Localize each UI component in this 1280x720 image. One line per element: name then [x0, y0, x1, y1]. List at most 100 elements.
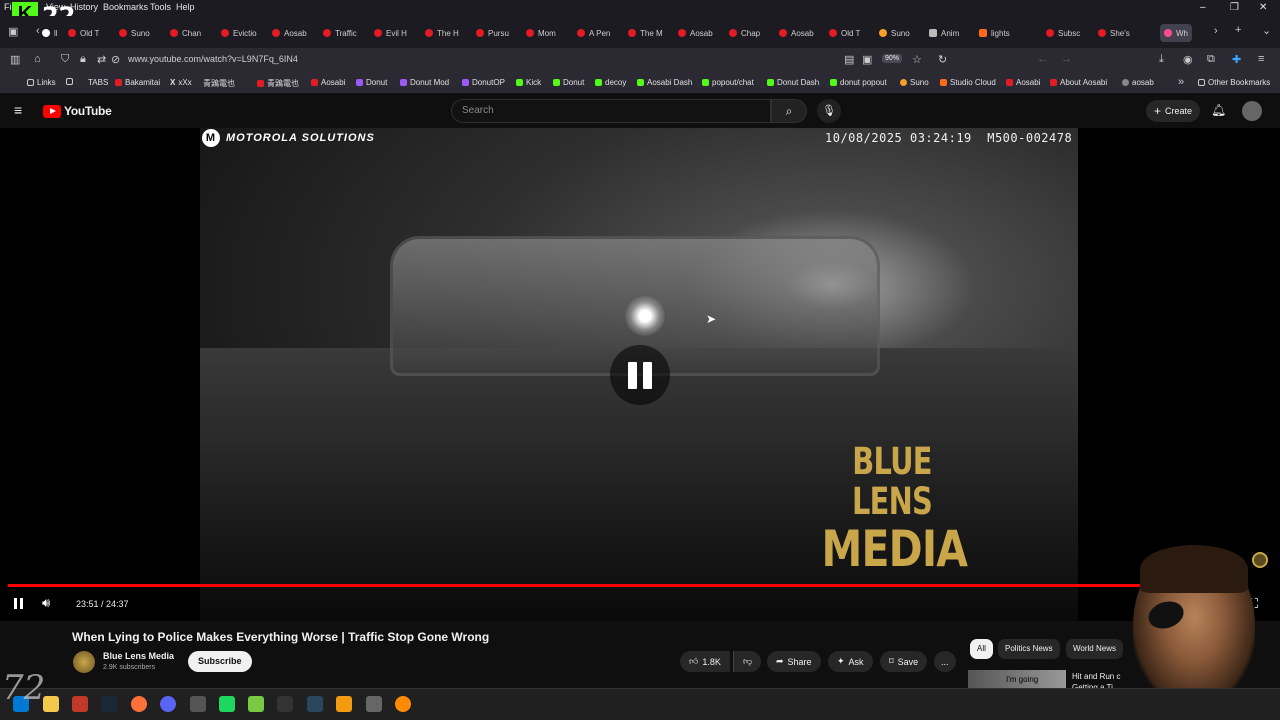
app-menu-icon[interactable]: ≡ [1258, 53, 1264, 65]
tab[interactable]: Traffic [323, 24, 357, 42]
chip-all[interactable]: All [970, 639, 993, 659]
recommended-title[interactable]: Hit and Run c Getting a Ti [1072, 671, 1128, 689]
app-icon[interactable] [277, 696, 293, 712]
video-player[interactable]: M MOTOROLA SOLUTIONS 10/08/2025 03:24:19 … [0, 128, 1280, 621]
bookmark[interactable]: TABS [88, 78, 108, 87]
search-app-icon[interactable] [395, 696, 411, 712]
youtube-logo[interactable]: YouTube [43, 104, 112, 118]
search-button[interactable]: ⌕ [771, 99, 807, 123]
bookmark[interactable]: Studio Cloud [940, 78, 996, 87]
avatar[interactable] [1242, 101, 1262, 121]
menu-bookmarks[interactable]: Bookmarks [103, 2, 148, 12]
bookmark[interactable]: Aosabi [311, 78, 345, 87]
share-button[interactable]: ➦ Share [767, 651, 821, 672]
scroll-tabs-right-icon[interactable]: › [1214, 25, 1218, 37]
bookmark[interactable]: DonutOP [462, 78, 505, 87]
bookmark[interactable]: decoy [595, 78, 626, 87]
bookmark[interactable]: Kick [516, 78, 541, 87]
discord-icon[interactable] [160, 696, 176, 712]
tab[interactable]: The H [425, 24, 459, 42]
steam-icon[interactable] [101, 696, 117, 712]
tab[interactable]: Old T [68, 24, 99, 42]
tab-active[interactable]: Wh [1160, 24, 1192, 42]
bookmark[interactable]: Suno [900, 78, 929, 87]
other-bookmarks[interactable]: Other Bookmarks [1198, 78, 1270, 87]
more-actions-button[interactable]: ... [934, 651, 956, 672]
extension-icon[interactable]: ✚ [1232, 53, 1241, 66]
tab[interactable]: Chap [729, 24, 760, 42]
tab[interactable]: Evictio [221, 24, 257, 42]
bookmark-folder[interactable]: Links [27, 78, 56, 87]
tab[interactable]: Old T [829, 24, 860, 42]
tab[interactable]: Aosab [678, 24, 713, 42]
tab[interactable]: A Pen [577, 24, 610, 42]
bookmark[interactable]: aosab [1122, 78, 1154, 87]
menu-help[interactable]: Help [176, 2, 195, 12]
bookmark[interactable]: donut popout [830, 78, 887, 87]
bookmark[interactable]: About Aosabi [1050, 78, 1107, 87]
bookmark[interactable]: Donut [356, 78, 387, 87]
notifications-bell-icon[interactable]: 🔔︎ [1211, 103, 1226, 117]
firefox-icon[interactable] [131, 696, 147, 712]
tab[interactable]: Pursu [476, 24, 509, 42]
app-icon[interactable] [190, 696, 206, 712]
app-icon[interactable] [307, 696, 323, 712]
tab[interactable]: ll [42, 24, 58, 42]
reload-icon[interactable]: ↻ [938, 53, 947, 66]
subscribe-button[interactable]: Subscribe [188, 651, 252, 672]
tab[interactable]: Evil H [374, 24, 407, 42]
menu-tools[interactable]: Tools [150, 2, 171, 12]
vlc-icon[interactable] [336, 696, 352, 712]
ask-button[interactable]: ✦ Ask [828, 651, 873, 672]
bookmark[interactable]: Donut [553, 78, 584, 87]
permissions-icon[interactable]: ⇄ [97, 53, 106, 66]
tab[interactable]: The M [628, 24, 663, 42]
tab[interactable]: Suno [879, 24, 910, 42]
home-icon[interactable]: ⌂ [34, 53, 41, 65]
notepad-icon[interactable] [248, 696, 264, 712]
tab[interactable]: Aosab [779, 24, 814, 42]
bookmark[interactable]: popout/chat [702, 78, 754, 87]
tab[interactable]: Anim [929, 24, 959, 42]
zoom-level[interactable]: 90% [882, 54, 903, 63]
voice-search-button[interactable]: 🎙︎ [817, 99, 841, 123]
sidebar-toggle-icon[interactable]: ▥ [10, 53, 20, 66]
media-blocked-icon[interactable]: ⊘ [111, 53, 120, 66]
file-explorer-icon[interactable] [43, 696, 59, 712]
center-pause-icon[interactable] [610, 345, 670, 405]
reader-view-icon[interactable]: ▤ [844, 53, 854, 66]
like-button[interactable]: 👍︎ 1.8K [680, 651, 730, 672]
chip-politics-news[interactable]: Politics News [998, 639, 1060, 659]
screenshot-icon[interactable]: ▣ [862, 53, 872, 66]
channel-name[interactable]: Blue Lens Media [103, 651, 174, 661]
chip-world-news[interactable]: World News [1066, 639, 1123, 659]
tab[interactable]: Aosab [272, 24, 307, 42]
bookmark[interactable]: 青鶏電也 [203, 78, 235, 89]
bookmark[interactable]: 青鶏電也 [257, 78, 299, 89]
extensions-icon[interactable]: ⧉ [1207, 53, 1215, 66]
search-input[interactable]: Search [451, 99, 771, 123]
scroll-tabs-left-icon[interactable]: ‹ [36, 25, 40, 37]
shield-icon[interactable]: ⛉ [61, 53, 69, 66]
dislike-button[interactable]: 👎︎ [733, 651, 762, 672]
tab[interactable]: lights [979, 24, 1010, 42]
bookmark-star-icon[interactable]: ☆ [912, 53, 922, 66]
channel-avatar[interactable] [73, 651, 95, 673]
restore-icon[interactable]: ❐ [1230, 2, 1239, 13]
volume-icon[interactable]: 🔊︎ [42, 595, 50, 611]
minimize-icon[interactable]: – [1200, 2, 1206, 13]
app-icon[interactable] [366, 696, 382, 712]
tab[interactable]: She's [1098, 24, 1130, 42]
tab[interactable]: Suno [119, 24, 150, 42]
tab[interactable]: Mom [526, 24, 556, 42]
bookmark[interactable]: Aosabi [1006, 78, 1040, 87]
back-icon[interactable]: ← [1037, 53, 1048, 65]
tab[interactable]: Subsc [1046, 24, 1080, 42]
progress-bar[interactable] [8, 584, 1240, 587]
tab-overflow-icon[interactable]: ⌄ [1262, 24, 1271, 37]
close-icon[interactable]: ✕ [1259, 2, 1267, 13]
account-icon[interactable]: ◉ [1183, 53, 1193, 66]
downloads-icon[interactable]: ⤓ [1159, 53, 1164, 66]
new-tab-icon[interactable]: + [1235, 24, 1241, 36]
bookmark-folder[interactable] [66, 78, 73, 85]
